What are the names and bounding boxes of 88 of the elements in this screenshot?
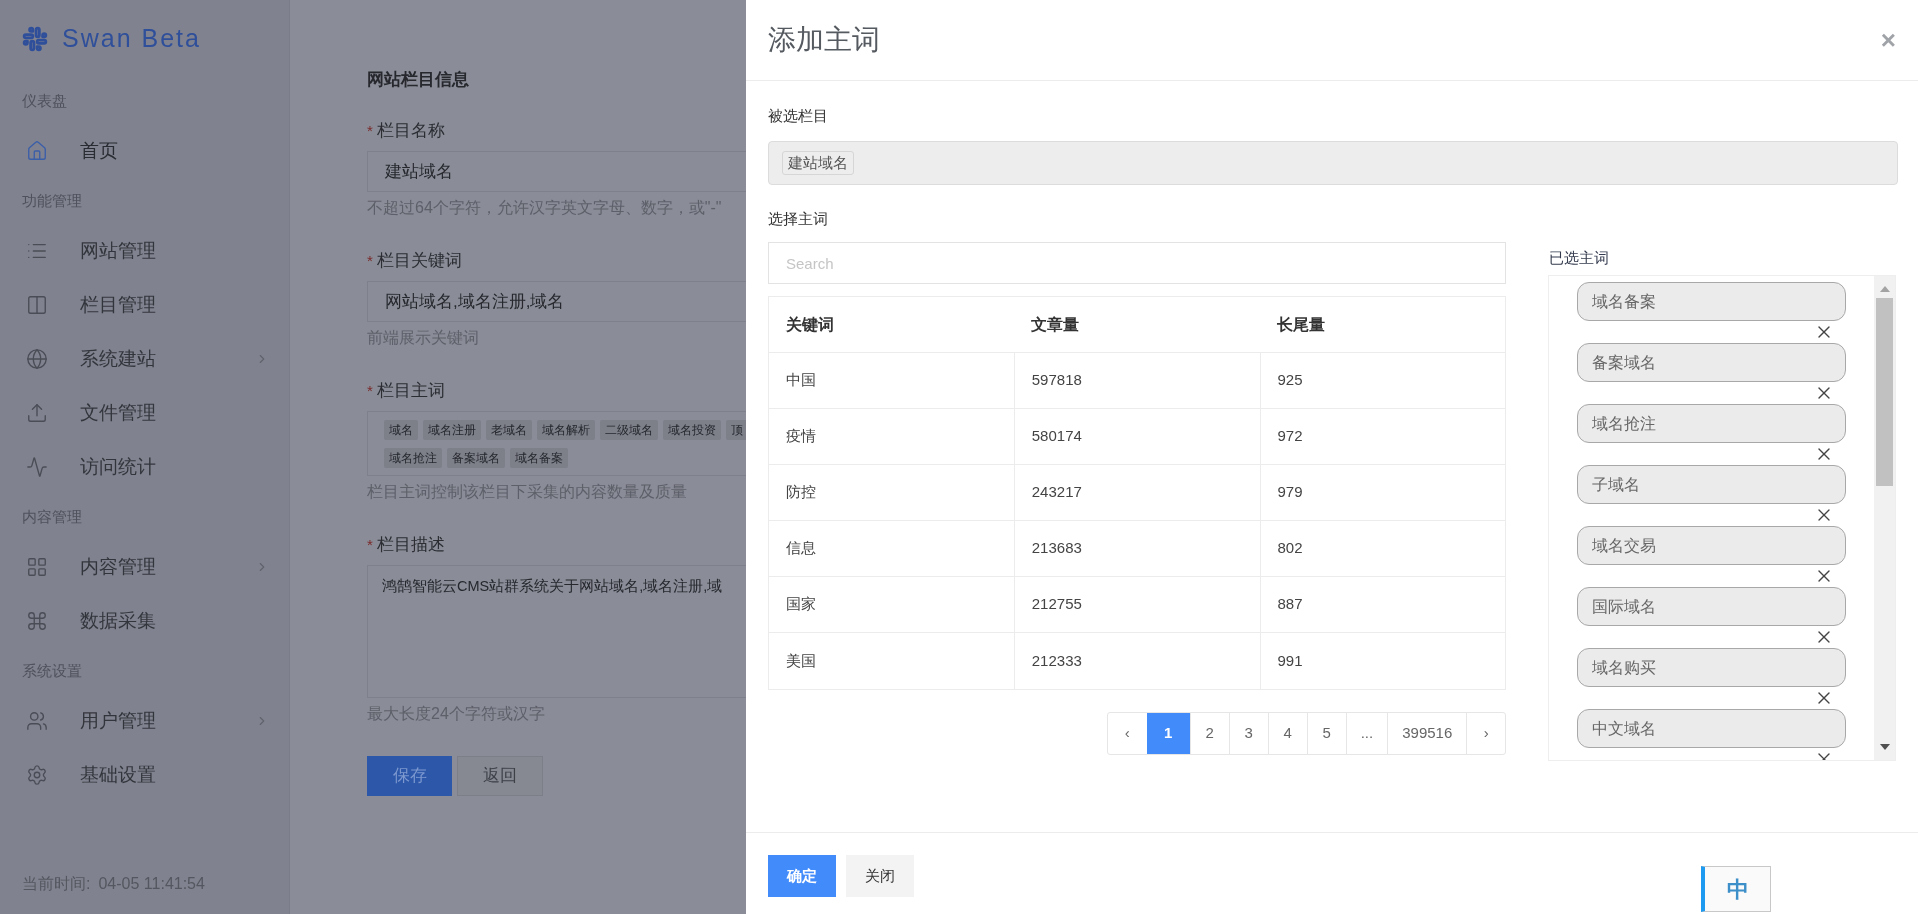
- sidebar-item[interactable]: 文件管理: [0, 386, 289, 440]
- chosen-keyword: 备案域名: [1577, 343, 1846, 382]
- sidebar-item[interactable]: 内容管理: [0, 540, 289, 594]
- sidebar-item[interactable]: 基础设置: [0, 748, 289, 802]
- table-cell: 信息: [769, 521, 1015, 576]
- table-cell-text: 925: [1276, 370, 1304, 391]
- page-button[interactable]: 1: [1146, 713, 1190, 754]
- keyword-tag: 域名: [384, 419, 418, 440]
- table-cell: 中国: [769, 353, 1015, 408]
- section-title: 网站栏目信息: [367, 70, 470, 90]
- keyword-tag: 域名注册: [423, 419, 481, 440]
- sidebar-label: 系统建站: [80, 346, 156, 371]
- sidebar-label: 内容管理: [80, 554, 156, 579]
- field-label: 被选栏目: [768, 106, 829, 126]
- save-button[interactable]: 保存: [367, 756, 452, 796]
- sidebar-label: 网站管理: [80, 238, 156, 263]
- sidebar-label: 数据采集: [80, 608, 156, 633]
- close-button[interactable]: ×: [1880, 27, 1896, 53]
- table-cell: 212755: [1014, 577, 1261, 632]
- page-button[interactable]: ›: [1466, 713, 1506, 754]
- modal-title: 添加主词: [768, 23, 880, 57]
- keyword-tag: 域名备案: [510, 447, 568, 468]
- page-button[interactable]: 3: [1228, 713, 1268, 754]
- back-button[interactable]: 返回: [457, 756, 543, 796]
- sidebar-label: 访问统计: [80, 454, 156, 479]
- sidebar-label: 用户管理: [80, 708, 156, 733]
- keyword-tag: 域名投资: [663, 419, 721, 440]
- required-mark: *: [367, 120, 373, 141]
- table-cell: 580174: [1014, 409, 1261, 464]
- ime-indicator: 中: [1701, 866, 1771, 912]
- sidebar-item[interactable]: 访问统计: [0, 440, 289, 494]
- sidebar-item[interactable]: 用户管理: [0, 694, 289, 748]
- keyword-tag: 老域名: [486, 419, 532, 440]
- table-cell: 疫情: [769, 409, 1015, 464]
- chosen-keyword: 中文域名: [1577, 709, 1846, 748]
- table-cell-text: 802: [1276, 538, 1304, 559]
- close-dialog-button[interactable]: 关闭: [846, 855, 914, 897]
- sidebar-label: 栏目管理: [80, 292, 156, 317]
- table-cell-text: 972: [1276, 426, 1304, 447]
- table-cell: 美国: [769, 633, 1015, 689]
- table-cell: 597818: [1014, 353, 1261, 408]
- chosen-keyword: 子域名: [1577, 465, 1846, 504]
- panel-title: 已选主词: [1548, 248, 1611, 269]
- table-cell: 243217: [1014, 465, 1261, 520]
- sidebar-label: 基础设置: [80, 762, 156, 787]
- page-button[interactable]: ‹: [1107, 713, 1147, 754]
- column-header: 长尾量: [1275, 314, 1326, 335]
- brand-name: Swan Beta: [62, 23, 201, 55]
- page-button[interactable]: 2: [1189, 713, 1229, 754]
- page-button[interactable]: 4: [1267, 713, 1307, 754]
- keyword-tag: 域名解析: [537, 419, 595, 440]
- table-cell: 国家: [769, 577, 1015, 632]
- page-button[interactable]: ...: [1345, 713, 1388, 754]
- sidebar-item[interactable]: 栏目管理: [0, 278, 289, 332]
- required-mark: *: [367, 534, 373, 555]
- sidebar-item[interactable]: 网站管理: [0, 224, 289, 278]
- required-mark: *: [367, 250, 373, 271]
- sidebar-item[interactable]: 首页: [0, 124, 289, 178]
- sidebar-item[interactable]: 系统建站: [0, 332, 289, 386]
- keyword-tag: 备案域名: [447, 447, 505, 468]
- required-mark: *: [367, 380, 373, 401]
- table-cell-text: 991: [1276, 650, 1304, 671]
- keyword-tag: 二级域名: [600, 419, 658, 440]
- table-cell-text: 887: [1276, 594, 1304, 615]
- field-label: 栏目名称: [376, 120, 445, 143]
- sidebar-label: 文件管理: [80, 400, 156, 425]
- chosen-keyword: 域名抢注: [1577, 404, 1846, 443]
- confirm-button[interactable]: 确定: [768, 855, 836, 897]
- table-cell-text: 979: [1276, 482, 1304, 503]
- chosen-keyword: 国际域名: [1577, 587, 1846, 626]
- table-cell: 防控: [769, 465, 1015, 520]
- table-cell: 212333: [1014, 633, 1261, 689]
- field-label: 栏目描述: [376, 534, 445, 557]
- page-button[interactable]: 5: [1306, 713, 1346, 754]
- sidebar-label: 首页: [80, 138, 118, 163]
- keyword-tag: 域名抢注: [384, 447, 442, 468]
- sidebar-item[interactable]: 数据采集: [0, 594, 289, 648]
- table-cell: 213683: [1014, 521, 1261, 576]
- field-label: 选择主词: [768, 208, 829, 229]
- chosen-keyword: 域名交易: [1577, 526, 1846, 565]
- keyword-tag: 顶: [726, 419, 748, 440]
- column-tag: 建站域名: [782, 150, 854, 175]
- chosen-keyword: 域名备案: [1577, 282, 1846, 321]
- page-button[interactable]: 399516: [1387, 713, 1467, 754]
- search-field[interactable]: Search: [768, 242, 1507, 284]
- chosen-keyword: 域名购买: [1577, 648, 1846, 687]
- field-label: 栏目主词: [376, 380, 445, 403]
- field-label: 栏目关键词: [376, 250, 462, 273]
